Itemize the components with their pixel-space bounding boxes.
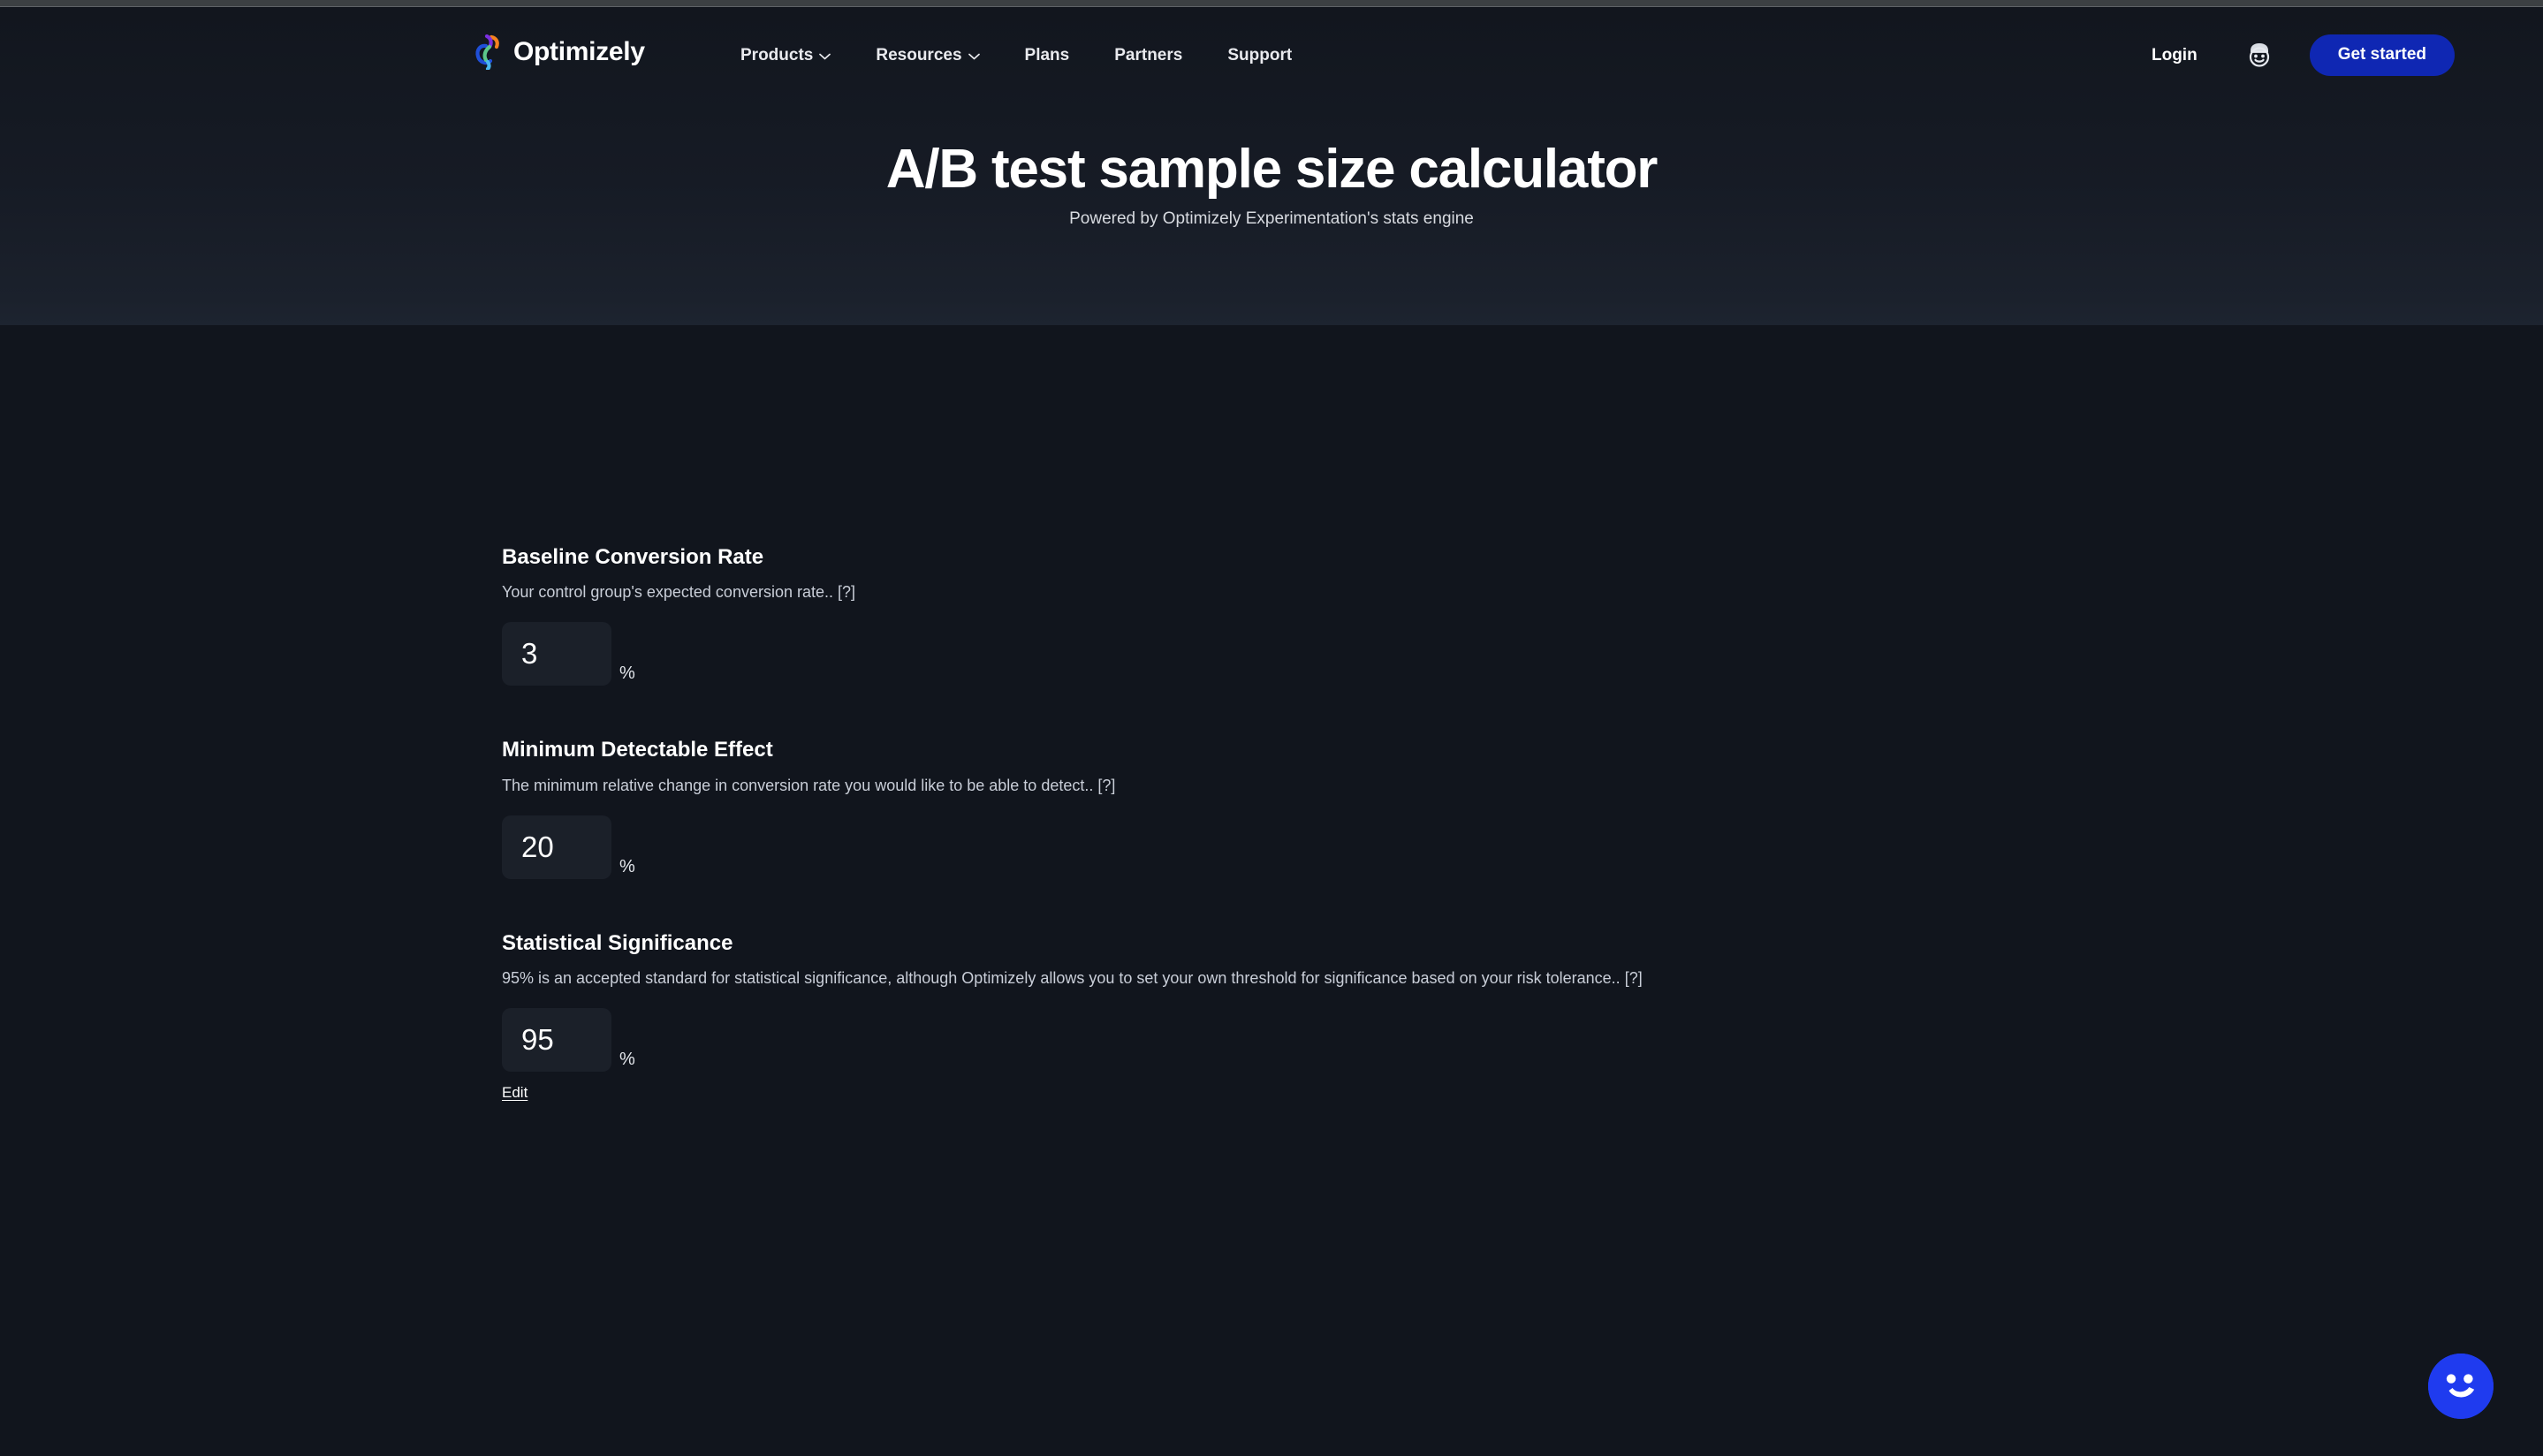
field-help: Your control group's expected conversion… <box>502 581 2543 603</box>
login-link[interactable]: Login <box>2152 47 2198 64</box>
field-label: Baseline Conversion Rate <box>502 543 2543 571</box>
field-help-text: Your control group's expected conversion… <box>502 583 833 601</box>
field-label: Minimum Detectable Effect <box>502 736 2543 763</box>
help-tooltip-icon[interactable]: [?] <box>1625 969 1643 987</box>
edit-link[interactable]: Edit <box>502 1084 528 1102</box>
field-minimum-detectable-effect: Minimum Detectable Effect The minimum re… <box>502 736 2543 878</box>
site-header: Optimizely Products Resources Plans <box>0 8 2543 107</box>
header-actions: Login Get started <box>2152 34 2455 76</box>
field-input-row: % <box>502 1008 2543 1072</box>
field-unit: % <box>619 858 635 879</box>
browser-chrome-strip <box>0 0 2543 7</box>
field-help-text: 95% is an accepted standard for statisti… <box>502 969 1621 987</box>
statistical-significance-input[interactable] <box>502 1008 611 1072</box>
opal-smiley-icon[interactable] <box>2244 40 2274 70</box>
page-title: A/B test sample size calculator <box>0 139 2543 200</box>
nav-item-partners[interactable]: Partners <box>1114 47 1182 64</box>
nav-item-resources[interactable]: Resources <box>876 47 979 64</box>
calculator-section: Baseline Conversion Rate Your control gr… <box>0 325 2543 1102</box>
field-help: The minimum relative change in conversio… <box>502 775 2543 796</box>
field-unit: % <box>619 1050 635 1072</box>
chat-smiley-icon <box>2428 1354 2494 1419</box>
chevron-down-icon <box>819 53 831 60</box>
chevron-down-icon <box>968 53 980 60</box>
main-nav: Products Resources Plans Partners <box>740 47 1292 64</box>
field-input-row: % <box>502 815 2543 879</box>
nav-item-label: Products <box>740 47 813 64</box>
optimizely-logo-icon <box>474 34 505 70</box>
field-help: 95% is an accepted standard for statisti… <box>502 967 2543 989</box>
nav-item-plans[interactable]: Plans <box>1025 47 1070 64</box>
field-statistical-significance: Statistical Significance 95% is an accep… <box>502 929 2543 1102</box>
nav-item-label: Resources <box>876 47 961 64</box>
nav-item-label: Plans <box>1025 47 1070 64</box>
page-root: Optimizely Products Resources Plans <box>0 8 2543 1456</box>
baseline-conversion-rate-input[interactable] <box>502 622 611 686</box>
nav-item-label: Support <box>1227 47 1292 64</box>
help-tooltip-icon[interactable]: [?] <box>1097 777 1115 794</box>
help-tooltip-icon[interactable]: [?] <box>838 583 855 601</box>
minimum-detectable-effect-input[interactable] <box>502 815 611 879</box>
page-subtitle: Powered by Optimizely Experimentation's … <box>0 209 2543 231</box>
chat-widget-button[interactable] <box>2428 1354 2494 1419</box>
nav-item-label: Partners <box>1114 47 1182 64</box>
field-help-text: The minimum relative change in conversio… <box>502 777 1093 794</box>
field-baseline-conversion-rate: Baseline Conversion Rate Your control gr… <box>502 543 2543 686</box>
get-started-button[interactable]: Get started <box>2310 34 2455 76</box>
hero-section: Optimizely Products Resources Plans <box>0 8 2543 325</box>
calculator-fields: Baseline Conversion Rate Your control gr… <box>0 325 2543 1102</box>
field-unit: % <box>619 664 635 686</box>
field-label: Statistical Significance <box>502 929 2543 957</box>
field-input-row: % <box>502 622 2543 686</box>
nav-item-products[interactable]: Products <box>740 47 831 64</box>
brand-logo[interactable]: Optimizely <box>474 34 645 70</box>
brand-name: Optimizely <box>513 39 645 65</box>
nav-item-support[interactable]: Support <box>1227 47 1292 64</box>
hero-copy: A/B test sample size calculator Powered … <box>0 139 2543 231</box>
